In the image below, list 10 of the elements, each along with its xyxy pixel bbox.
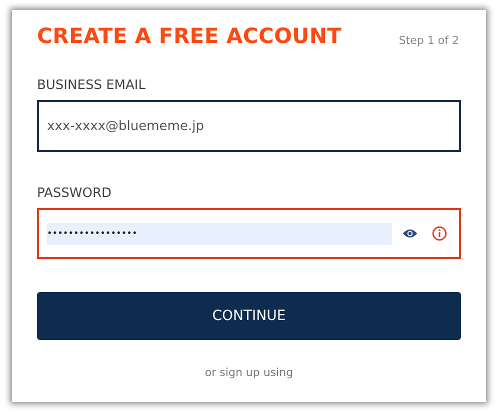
email-field[interactable]: xxx-xxxx@bluememe.jp bbox=[37, 100, 461, 152]
continue-button[interactable]: CONTINUE bbox=[37, 292, 461, 340]
alt-signup-text: or sign up using bbox=[204, 366, 294, 379]
eye-icon[interactable] bbox=[402, 228, 418, 239]
step-indicator: Step 1 of 2 bbox=[398, 34, 459, 46]
field-label: PASSWORD bbox=[37, 186, 113, 201]
password-field[interactable]: ••••••••••••••••• bbox=[37, 208, 461, 259]
error-icon bbox=[432, 226, 447, 241]
form-title: CREATE A FREE ACCOUNT bbox=[37, 24, 342, 48]
field-label: BUSINESS EMAIL bbox=[37, 78, 146, 93]
